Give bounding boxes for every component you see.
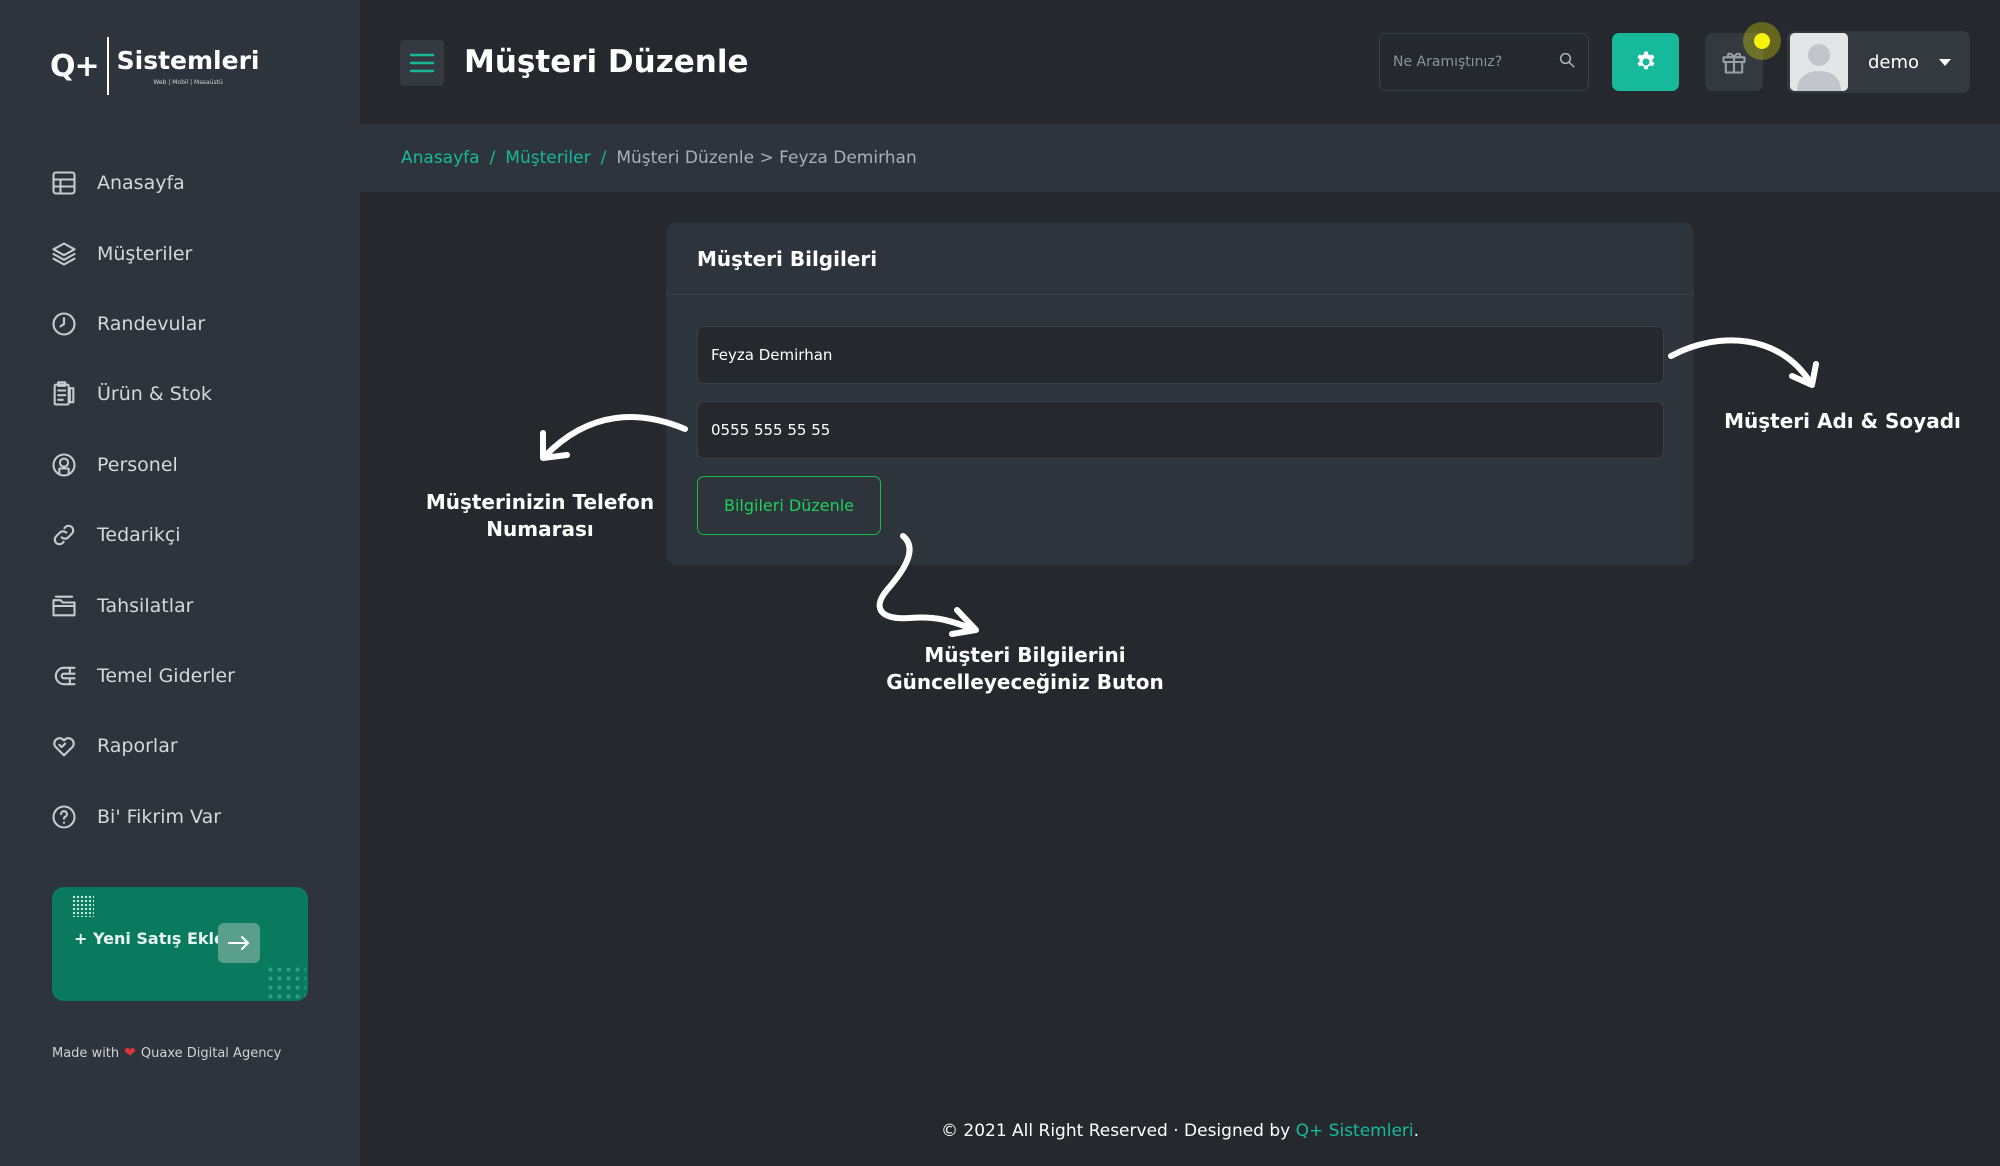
annotation-phone-label: Müşterinizin Telefon Numarası (420, 489, 660, 543)
sidebar-item-label: Anasayfa (97, 172, 185, 195)
sidebar-item-fikrim-var[interactable]: Bi' Fikrim Var (50, 782, 340, 852)
sidebar-item-label: Raporlar (97, 735, 178, 758)
new-sale-label: + Yeni Satış Ekle (74, 929, 225, 948)
annotation-name-text: Müşteri Adı & Soyadı (1724, 409, 1961, 433)
card-title: Müşteri Bilgileri (697, 246, 878, 271)
breadcrumb: Anasayfa / Müşteriler / Müşteri Düzenle … (360, 124, 2000, 192)
new-sale-card[interactable]: + Yeni Satış Ekle (52, 887, 308, 1001)
gift-icon (1722, 52, 1746, 74)
folder-icon (50, 592, 78, 620)
customer-phone-field[interactable] (697, 401, 1664, 459)
sidebar-item-tahsilatlar[interactable]: Tahsilatlar (50, 570, 340, 640)
sidebar-item-label: Tahsilatlar (97, 594, 194, 617)
sidebar-item-raporlar[interactable]: Raporlar (50, 711, 340, 781)
annotation-phone-line2: Numarası (486, 517, 594, 541)
magnet-icon (50, 662, 78, 690)
search-input[interactable] (1393, 54, 1558, 70)
sidebar-item-personel[interactable]: Personel (50, 430, 340, 500)
settings-button[interactable] (1612, 33, 1679, 91)
annotation-name-label: Müşteri Adı & Soyadı (1720, 408, 1965, 435)
footer: © 2021 All Right Reserved · Designed by … (360, 1121, 2000, 1141)
sidebar: Q+ Sistemleri Web | Mobil | Masaüstü Ana… (0, 0, 360, 1166)
footer-end: . (1413, 1121, 1420, 1141)
breadcrumb-customers[interactable]: Müşteriler (505, 148, 590, 168)
search-box (1379, 33, 1589, 91)
annotation-arrow-phone (540, 414, 688, 461)
breadcrumb-current: Müşteri Düzenle > Feyza Demirhan (616, 148, 917, 168)
heart-icon (50, 732, 78, 760)
annotation-arrow-button (876, 533, 979, 637)
sidebar-item-label: Ürün & Stok (97, 383, 212, 406)
sidebar-item-anasayfa[interactable]: Anasayfa (50, 148, 340, 218)
made-with-prefix: Made with (52, 1045, 120, 1061)
link-icon (50, 521, 78, 549)
page-title: Müşteri Düzenle (464, 44, 749, 80)
sidebar-item-label: Personel (97, 453, 178, 476)
footer-text: © 2021 All Right Reserved · Designed by (940, 1121, 1291, 1141)
search-icon[interactable] (1558, 51, 1576, 73)
annotation-button-line2: Güncelleyeceğiniz Buton (886, 670, 1164, 694)
avatar (1790, 33, 1848, 91)
hamburger-icon (409, 53, 435, 73)
dot-pattern (72, 895, 94, 917)
help-icon (50, 803, 78, 831)
user-circle-icon (50, 451, 78, 479)
sidebar-item-label: Bi' Fikrim Var (97, 805, 222, 828)
sidebar-item-temel-giderler[interactable]: Temel Giderler (50, 641, 340, 711)
brand-logo[interactable]: Q+ Sistemleri Web | Mobil | Masaüstü (50, 36, 259, 96)
made-with-credit: Made with ❤ Quaxe Digital Agency (52, 1045, 281, 1061)
sidebar-item-label: Müşteriler (97, 242, 193, 265)
username: demo (1868, 51, 1920, 73)
sidebar-item-label: Randevular (97, 312, 206, 335)
dashboard-icon (50, 169, 78, 197)
customer-name-field[interactable] (697, 326, 1664, 384)
annotation-phone-line1: Müşterinizin Telefon (425, 490, 655, 514)
chevron-down-icon (1939, 58, 1952, 66)
breadcrumb-separator: / (489, 148, 496, 168)
sidebar-item-label: Tedarikçi (97, 524, 181, 547)
notification-badge (1743, 22, 1781, 60)
user-menu[interactable]: demo (1787, 31, 1970, 93)
annotation-arrow-name (1668, 337, 1819, 388)
annotation-button-label: Müşteri Bilgilerini Güncelleyeceğiniz Bu… (880, 642, 1170, 696)
clock-icon (50, 310, 78, 338)
layers-icon (50, 240, 78, 268)
sidebar-item-randevular[interactable]: Randevular (50, 289, 340, 359)
menu-toggle-button[interactable] (400, 40, 444, 86)
top-header: Müşteri Düzenle demo (360, 0, 2000, 124)
heart-icon: ❤ (124, 1045, 136, 1061)
user-avatar-icon (1790, 33, 1848, 91)
logo-text: Sistemleri Web | Mobil | Masaüstü (116, 45, 260, 86)
sidebar-item-label: Temel Giderler (97, 664, 235, 687)
breadcrumb-separator: / (600, 148, 607, 168)
dot-pattern (266, 965, 306, 999)
footer-link[interactable]: Q+ Sistemleri (1296, 1121, 1414, 1141)
card-header: Müşteri Bilgileri (666, 223, 1694, 295)
logo-divider (106, 37, 109, 95)
sidebar-item-urun-stok[interactable]: Ürün & Stok (50, 359, 340, 429)
clipboard-icon (50, 380, 78, 408)
logo-name: Sistemleri (116, 45, 260, 75)
gear-icon (1637, 51, 1654, 70)
sidebar-item-musteriler[interactable]: Müşteriler (50, 218, 340, 288)
agency-name: Quaxe Digital Agency (140, 1045, 282, 1061)
sidebar-item-tedarikci[interactable]: Tedarikçi (50, 500, 340, 570)
logo-tagline: Web | Mobil | Masaüstü (153, 78, 223, 86)
arrow-right-icon[interactable] (218, 923, 260, 963)
update-info-button[interactable]: Bilgileri Düzenle (697, 476, 881, 535)
logo-mark: Q+ (50, 48, 100, 84)
customer-info-card: Müşteri Bilgileri Bilgileri Düzenle (666, 223, 1694, 565)
breadcrumb-home[interactable]: Anasayfa (401, 148, 480, 168)
annotation-button-line1: Müşteri Bilgilerini (924, 643, 1126, 667)
sidebar-nav: Anasayfa Müşteriler Randevular Ürün & St… (50, 148, 340, 852)
